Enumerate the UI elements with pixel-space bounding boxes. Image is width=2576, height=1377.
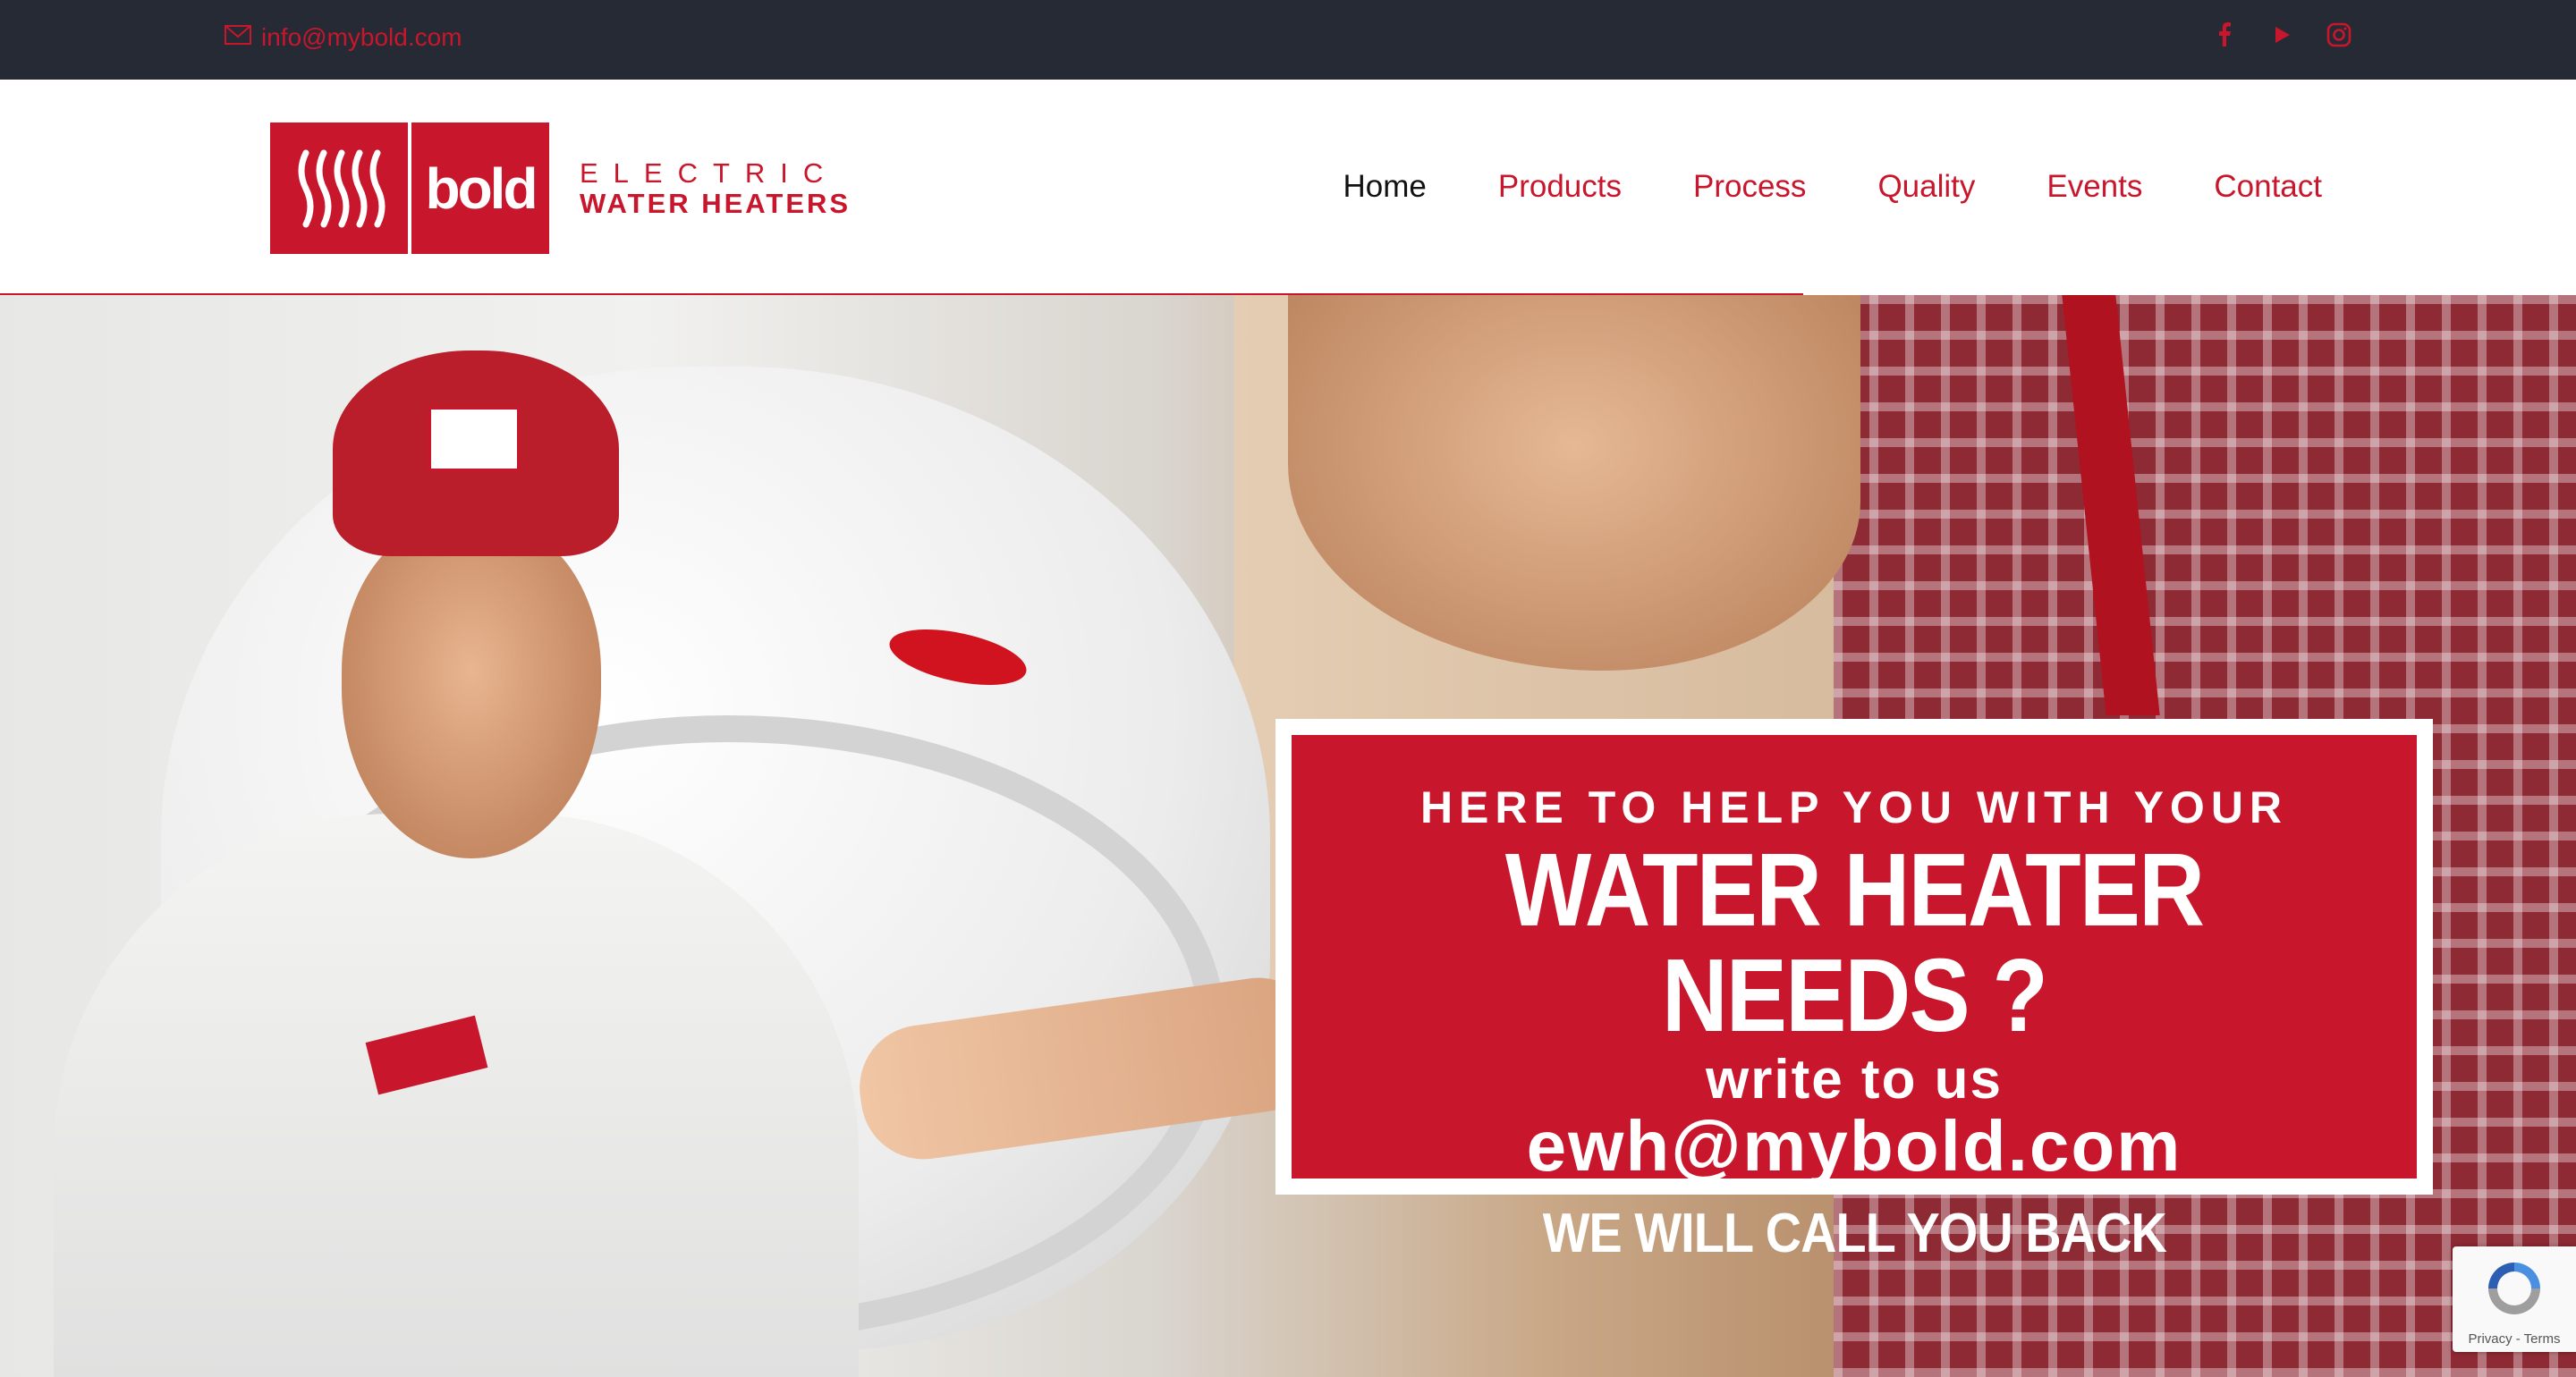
logo-line1: ELECTRIC <box>580 156 839 189</box>
email-link[interactable]: info@mybold.com <box>224 23 462 52</box>
email-text: info@mybold.com <box>261 23 462 51</box>
hero-technician-face <box>342 519 601 858</box>
logo-wordmark: ELECTRIC WATER HEATERS <box>580 156 852 219</box>
site-header: bold ELECTRIC WATER HEATERS Home Product… <box>0 80 2576 295</box>
main-nav: Home Products Process Quality Events Con… <box>1343 169 2323 205</box>
top-bar: info@mybold.com <box>0 0 2576 80</box>
logo-mark: bold <box>411 122 549 254</box>
mail-icon <box>224 23 252 52</box>
cap-logo-image <box>428 407 520 471</box>
site-logo[interactable]: bold ELECTRIC WATER HEATERS <box>270 122 851 254</box>
social-links <box>2211 21 2352 48</box>
hero-email: ewh@mybold.com <box>1526 1106 2182 1186</box>
recaptcha-icon <box>2481 1255 2547 1326</box>
nav-item-products[interactable]: Products <box>1498 169 1622 205</box>
hero-callout: HERE TO HELP YOU WITH YOUR WATER HEATER … <box>1275 719 2433 1264</box>
recaptcha-terms[interactable]: Privacy - Terms <box>2468 1331 2560 1347</box>
hero-technician-shirt <box>54 814 859 1377</box>
recaptcha-badge[interactable]: Privacy - Terms <box>2453 1246 2576 1352</box>
hero-line2: WATER HEATER NEEDS ? <box>1504 832 2205 1053</box>
nav-item-process[interactable]: Process <box>1693 169 1806 205</box>
youtube-icon[interactable] <box>2268 21 2295 48</box>
facebook-icon[interactable] <box>2211 21 2238 48</box>
nav-item-quality[interactable]: Quality <box>1877 169 1975 205</box>
hero-callout-panel: HERE TO HELP YOU WITH YOUR WATER HEATER … <box>1292 735 2417 1264</box>
instagram-icon[interactable] <box>2326 21 2352 48</box>
nav-item-events[interactable]: Events <box>2046 169 2142 205</box>
heat-waves-icon <box>270 122 408 254</box>
hero-line5: WE WILL CALL YOU BACK <box>1542 1203 2166 1264</box>
hero-line1: HERE TO HELP YOU WITH YOUR <box>1419 782 2289 832</box>
nav-item-contact[interactable]: Contact <box>2214 169 2322 205</box>
logo-line2: WATER HEATERS <box>580 187 852 219</box>
nav-item-home[interactable]: Home <box>1343 169 1427 205</box>
hero-slide: HERE TO HELP YOU WITH YOUR WATER HEATER … <box>0 295 2576 1377</box>
hero-line3: write to us <box>1705 1049 2004 1111</box>
